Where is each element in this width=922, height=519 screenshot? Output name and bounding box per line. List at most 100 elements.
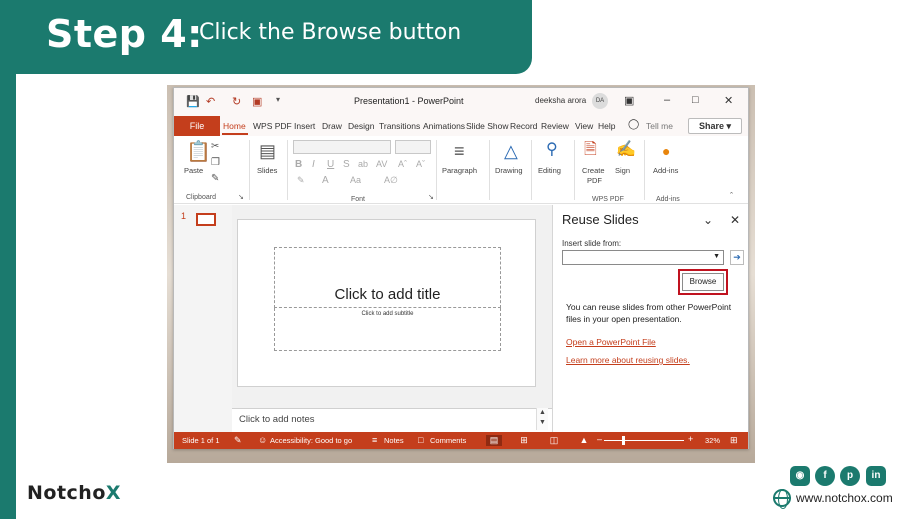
accessibility-icon[interactable]: ☺ bbox=[258, 435, 267, 445]
avatar[interactable]: DA bbox=[592, 93, 608, 109]
notes-icon[interactable]: ≡ bbox=[372, 435, 377, 445]
browse-button[interactable]: Browse bbox=[682, 273, 724, 291]
clipboard-launcher-icon[interactable]: ↘ bbox=[238, 194, 244, 201]
change-case-icon[interactable]: Aa bbox=[350, 176, 361, 185]
fit-to-window-icon[interactable]: ⊞ bbox=[730, 435, 738, 446]
tab-home[interactable]: Home bbox=[223, 121, 246, 131]
user-name[interactable]: deeksha arora bbox=[535, 96, 586, 105]
reading-view-icon[interactable]: ◫ bbox=[546, 435, 562, 446]
save-icon[interactable]: 💾 bbox=[186, 95, 200, 108]
insert-from-select[interactable]: ▼ bbox=[562, 250, 724, 265]
add-ins-icon[interactable]: ● bbox=[662, 144, 670, 158]
lightbulb-icon[interactable]: ◯ bbox=[628, 119, 639, 130]
font-launcher-icon[interactable]: ↘ bbox=[428, 194, 434, 201]
tab-wps-pdf[interactable]: WPS PDF bbox=[253, 121, 292, 131]
notes-pane[interactable]: Click to add notes bbox=[232, 408, 552, 430]
add-ins-label[interactable]: Add-ins bbox=[653, 166, 678, 175]
paste-label[interactable]: Paste bbox=[184, 166, 203, 175]
create-pdf-icon[interactable]: 🗎 bbox=[584, 142, 597, 158]
slides-label[interactable]: Slides bbox=[257, 166, 277, 175]
slide-thumbnail[interactable] bbox=[196, 213, 216, 226]
comments-button[interactable]: Comments bbox=[430, 436, 466, 445]
instagram-icon[interactable]: ◉ bbox=[790, 466, 810, 486]
sign-icon[interactable]: ✍ bbox=[616, 142, 636, 158]
subtitle-placeholder[interactable]: Click to add subtitle bbox=[274, 308, 501, 351]
notes-button[interactable]: Notes bbox=[384, 436, 404, 445]
arrow-right-icon[interactable]: ➔ bbox=[730, 250, 744, 265]
bold-icon[interactable]: B bbox=[295, 160, 302, 170]
redo-icon[interactable]: ↻ bbox=[232, 95, 241, 108]
strikethrough-icon[interactable]: ab bbox=[358, 160, 368, 169]
new-slide-icon[interactable]: ▤ bbox=[259, 142, 276, 160]
drawing-label[interactable]: Drawing bbox=[495, 166, 523, 175]
tab-animations[interactable]: Animations bbox=[423, 121, 465, 131]
close-icon[interactable]: ✕ bbox=[724, 94, 733, 107]
zoom-slider[interactable] bbox=[604, 440, 684, 441]
paragraph-icon[interactable]: ≡ bbox=[454, 142, 465, 160]
zoom-level[interactable]: 32% bbox=[705, 436, 720, 445]
zoom-slider-thumb[interactable] bbox=[622, 436, 625, 445]
slideshow-view-icon[interactable]: ▲ bbox=[576, 435, 592, 446]
sign-label[interactable]: Sign bbox=[615, 166, 630, 175]
ribbon-display-icon[interactable]: ▣ bbox=[624, 94, 634, 107]
learn-more-link[interactable]: Learn more about reusing slides. bbox=[566, 355, 690, 365]
tab-design[interactable]: Design bbox=[348, 121, 374, 131]
slide-sorter-icon[interactable]: ⊞ bbox=[516, 435, 532, 446]
tab-draw[interactable]: Draw bbox=[322, 121, 342, 131]
underline-icon[interactable]: U bbox=[327, 160, 334, 170]
accessibility-status[interactable]: Accessibility: Good to go bbox=[270, 436, 352, 445]
notes-scrollbar[interactable]: ▲ ▼ bbox=[536, 408, 548, 430]
shadow-icon[interactable]: S bbox=[343, 160, 350, 170]
facebook-icon[interactable]: f bbox=[815, 466, 835, 486]
copy-icon[interactable]: ❐ bbox=[211, 158, 220, 168]
customize-qat-icon[interactable]: ▾ bbox=[276, 95, 280, 104]
font-color-icon[interactable]: A bbox=[322, 176, 329, 186]
normal-view-icon[interactable]: ▤ bbox=[486, 435, 502, 446]
search-icon[interactable]: ⚲ bbox=[546, 142, 558, 158]
comments-icon[interactable]: □ bbox=[418, 435, 423, 445]
dropdown-caret-icon[interactable]: ▼ bbox=[713, 253, 720, 260]
drawing-icon[interactable]: △ bbox=[504, 142, 518, 160]
collapse-ribbon-icon[interactable]: ˆ bbox=[730, 192, 733, 201]
tab-transitions[interactable]: Transitions bbox=[379, 121, 420, 131]
tab-help[interactable]: Help bbox=[598, 121, 615, 131]
tab-review[interactable]: Review bbox=[541, 121, 569, 131]
font-family-select[interactable] bbox=[293, 140, 391, 154]
slide-canvas[interactable]: Click to add title Click to add subtitle bbox=[237, 219, 536, 387]
paragraph-label[interactable]: Paragraph bbox=[442, 166, 477, 175]
close-pane-icon[interactable]: ✕ bbox=[730, 213, 740, 227]
tab-view[interactable]: View bbox=[575, 121, 593, 131]
zoom-in-icon[interactable]: + bbox=[688, 434, 693, 444]
present-icon[interactable]: ▣ bbox=[252, 95, 262, 108]
tab-file[interactable]: File bbox=[174, 116, 220, 136]
tab-insert[interactable]: Insert bbox=[294, 121, 315, 131]
website-url[interactable]: www.notchox.com bbox=[796, 491, 893, 505]
tell-me-input[interactable]: Tell me bbox=[646, 121, 673, 131]
italic-icon[interactable]: I bbox=[312, 160, 315, 170]
highlight-color-icon[interactable]: ✎ bbox=[297, 176, 305, 185]
title-placeholder[interactable]: Click to add title bbox=[274, 247, 501, 308]
minimize-icon[interactable]: – bbox=[664, 94, 670, 106]
editing-label[interactable]: Editing bbox=[538, 166, 561, 175]
undo-icon[interactable]: ↶ bbox=[206, 95, 215, 108]
open-powerpoint-file-link[interactable]: Open a PowerPoint File bbox=[566, 337, 656, 347]
tab-slide-show[interactable]: Slide Show bbox=[466, 121, 509, 131]
increase-font-icon[interactable]: Aˆ bbox=[398, 160, 407, 169]
paste-icon[interactable]: 📋 bbox=[186, 142, 211, 162]
pinterest-icon[interactable]: p bbox=[840, 466, 860, 486]
cut-icon[interactable]: ✂ bbox=[211, 142, 219, 152]
zoom-out-icon[interactable]: – bbox=[597, 434, 602, 444]
create-pdf-label-line2[interactable]: PDF bbox=[587, 176, 602, 185]
font-size-select[interactable] bbox=[395, 140, 431, 154]
tab-record[interactable]: Record bbox=[510, 121, 537, 131]
char-spacing-icon[interactable]: AV bbox=[376, 160, 387, 169]
chevron-down-icon[interactable]: ⌄ bbox=[703, 213, 713, 227]
format-painter-icon[interactable]: ✎ bbox=[211, 174, 219, 184]
spelling-icon[interactable]: ✎ bbox=[234, 435, 242, 446]
create-pdf-label-line1[interactable]: Create bbox=[582, 166, 605, 175]
clear-format-icon[interactable]: A∅ bbox=[384, 176, 398, 185]
decrease-font-icon[interactable]: Aˇ bbox=[416, 160, 425, 169]
linkedin-icon[interactable]: in bbox=[866, 466, 886, 486]
share-button[interactable]: Share ▾ bbox=[688, 118, 742, 134]
maximize-icon[interactable]: □ bbox=[692, 94, 699, 106]
